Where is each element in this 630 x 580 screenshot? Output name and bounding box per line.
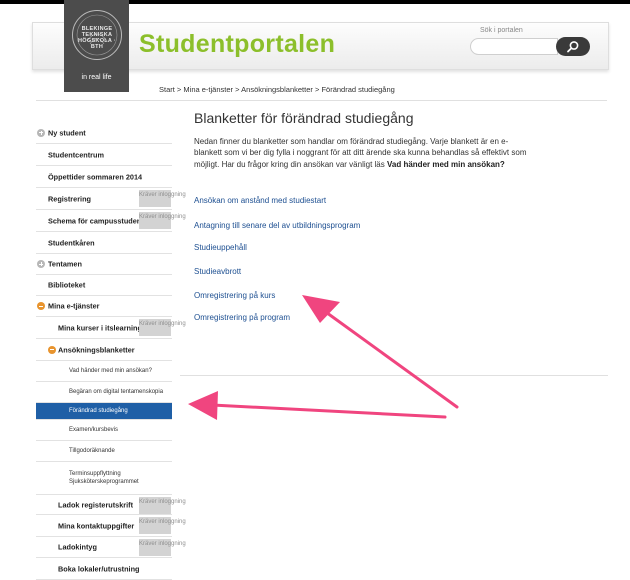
form-link[interactable]: Ansökan om anstånd med studiestart [194, 196, 326, 205]
sidebar-item-label: Studentcentrum [48, 150, 104, 159]
site-title[interactable]: Studentportalen [139, 30, 335, 59]
sidebar-item[interactable]: Biblioteket [36, 275, 172, 296]
breadcrumb-item[interactable]: Ansökningsblanketter [241, 85, 313, 94]
login-required-badge: Kräver inloggning [139, 212, 186, 229]
login-required-badge: Kräver inloggning [139, 190, 186, 207]
plus-icon[interactable] [37, 260, 45, 268]
sidebar-nav: Ny student Studentcentrum Öppettider somma… [36, 122, 186, 580]
sidebar-item-label: Mina kurser i itslearning [58, 323, 142, 332]
sidebar-item[interactable]: Ladokintyg Kräver inloggning [36, 537, 186, 558]
sidebar-item[interactable]: Ny student [36, 122, 172, 144]
breadcrumb-separator: > [233, 85, 242, 94]
sidebar-item-label: Förändrad studiegång [69, 408, 128, 414]
sidebar-item[interactable]: Boka lokaler/utrustning [36, 558, 172, 580]
seal-icon: BLEKINGE TEKNISKA HÖGSKOLA · BTH [72, 10, 122, 60]
sidebar-item-label: Boka lokaler/utrustning [58, 564, 140, 573]
sidebar-item[interactable]: Öppettider sommaren 2014 [36, 166, 172, 188]
sidebar-item-label: Vad händer med min ansökan? [69, 368, 152, 374]
sidebar-item[interactable]: Mina kurser i itslearning Kräver inloggni… [36, 317, 186, 339]
sidebar-item-label: Begäran om digital tentamenskopia [69, 389, 164, 395]
arrow-to-link [302, 295, 459, 409]
sidebar-item-label: Öppettider sommaren 2014 [48, 172, 143, 181]
sidebar-item[interactable]: Tillgodoräknande [36, 441, 172, 462]
sidebar-item-label: Ladokintyg [58, 542, 97, 552]
sidebar-item[interactable]: Registrering Kräver inloggning [36, 188, 186, 210]
search-label: Sök i portalen [480, 27, 523, 34]
sidebar-item[interactable]: Tentamen [36, 254, 172, 275]
sidebar-item[interactable]: Studentkåren [36, 232, 172, 254]
login-required-badge: Kräver inloggning [139, 539, 186, 556]
login-required-badge: Kräver inloggning [139, 497, 186, 514]
sidebar-item-label: Tillgodoräknande [69, 448, 115, 454]
sidebar-item-label: Mina kontaktuppgifter [58, 521, 135, 530]
form-link[interactable]: Antagning till senare del av utbildnings… [194, 221, 360, 230]
sidebar-item[interactable]: Schema för campusstudenter Kräver inloggn… [36, 210, 186, 232]
login-required-badge: Kräver inloggning [139, 319, 186, 336]
sidebar-item[interactable]: Förändrad studiegång [36, 403, 172, 420]
logo-tagline: in real life [81, 74, 112, 81]
sidebar-item[interactable]: Mina e-tjänster [36, 296, 172, 317]
search-input[interactable] [470, 38, 558, 55]
sidebar-item[interactable]: Terminsuppflyttning Sjuksköterskeprogram… [36, 462, 172, 495]
sidebar-item[interactable]: Mina kontaktuppgifter Kräver inloggning [36, 515, 186, 537]
intro-text: Nedan finner du blanketter som handlar o… [194, 136, 534, 170]
content-divider [180, 375, 608, 376]
sidebar-item-label: Ny student [48, 128, 86, 137]
logo-seal-text: BLEKINGE TEKNISKA HÖGSKOLA · BTH [78, 26, 116, 50]
sidebar-item[interactable]: Examen/kursbevis [36, 420, 172, 441]
sidebar-item-label: Schema för campusstudenter [48, 216, 151, 225]
sidebar-item[interactable]: Studentcentrum [36, 144, 172, 166]
sidebar-item-label: Mina e-tjänster [48, 301, 100, 311]
search-button[interactable] [556, 37, 590, 56]
sidebar-item-label: Ansökningsblanketter [58, 345, 135, 354]
form-link[interactable]: Omregistrering på kurs [194, 291, 275, 300]
breadcrumb-item: Förändrad studiegång [321, 85, 395, 94]
sidebar-item[interactable]: Begäran om digital tentamenskopia [36, 382, 172, 403]
minus-icon[interactable] [48, 345, 56, 354]
breadcrumb-item[interactable]: Mina e-tjänster [183, 85, 233, 94]
sidebar-item-label: Biblioteket [48, 280, 86, 290]
sidebar-item-label: Ladok registerutskrift [58, 500, 134, 509]
sidebar-item-label: Tentamen [48, 259, 82, 269]
sidebar-item-label: Registrering [48, 194, 91, 203]
sidebar-item-label: Terminsuppflyttning Sjuksköterskeprogram… [69, 471, 139, 485]
page-title: Blanketter för förändrad studiegång [194, 110, 414, 126]
sidebar-item-label: Studentkåren [48, 238, 95, 247]
breadcrumb-item[interactable]: Start [159, 85, 175, 94]
search-icon [567, 41, 579, 53]
minus-icon[interactable] [37, 302, 45, 310]
sidebar-item[interactable]: Vad händer med min ansökan? [36, 361, 172, 382]
sidebar-item[interactable]: Ansökningsblanketter [36, 339, 172, 361]
sidebar-item-label: Examen/kursbevis [69, 427, 119, 433]
breadcrumb: Start > Mina e-tjänster > Ansökningsblan… [159, 85, 395, 94]
arrow-to-sidebar [188, 391, 447, 420]
form-link[interactable]: Studieuppehåll [194, 243, 247, 252]
sidebar-item[interactable]: Ladok registerutskrift Kräver inloggning [36, 495, 186, 515]
plus-icon[interactable] [37, 128, 45, 137]
form-link[interactable]: Omregistrering på program [194, 313, 290, 322]
intro-link[interactable]: Vad händer med min ansökan? [387, 160, 505, 169]
header-divider [36, 100, 607, 101]
bth-logo[interactable]: BLEKINGE TEKNISKA HÖGSKOLA · BTH in real… [64, 0, 129, 92]
form-link[interactable]: Studieavbrott [194, 267, 241, 276]
login-required-badge: Kräver inloggning [139, 517, 186, 534]
